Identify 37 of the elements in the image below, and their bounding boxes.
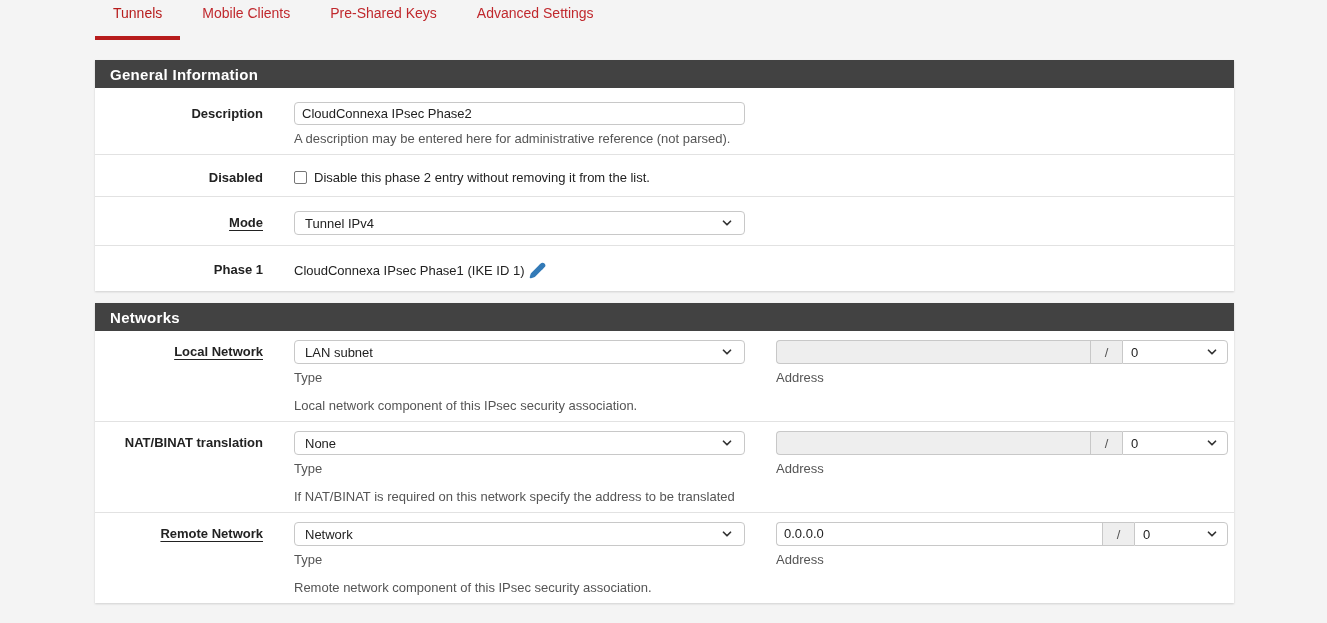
field-caption: Type	[294, 552, 324, 567]
field-label: Disabled	[208, 169, 263, 185]
slash-separator: /	[1104, 344, 1109, 360]
field-caption: Type	[294, 461, 324, 476]
slash-separator: /	[1116, 526, 1121, 542]
mode-select[interactable]: Tunnel IPv4	[294, 211, 745, 235]
field-label: NAT/BINAT translation	[124, 434, 263, 450]
checkbox[interactable]	[294, 171, 307, 184]
type-select[interactable]: Network	[294, 522, 745, 546]
slash-separator: /	[1104, 435, 1109, 451]
checkbox-label: Disable this phase 2 entry without removing it from the list.	[314, 170, 650, 185]
tab[interactable]: Tunnels	[95, 0, 181, 40]
field-caption: Address	[776, 552, 825, 567]
tab[interactable]: Mobile Clients	[184, 0, 309, 40]
field-caption: Type	[294, 370, 324, 385]
field-label: Phase 1	[213, 261, 263, 277]
address-field[interactable]: 0.0.0.0	[776, 522, 1102, 546]
field-caption: Address	[776, 370, 825, 385]
field-label: Description	[191, 105, 263, 121]
field-label[interactable]: Mode	[229, 211, 263, 230]
section-header: Networks	[95, 303, 1234, 331]
type-select[interactable]: None	[294, 431, 745, 455]
pencil-icon[interactable]	[528, 262, 546, 279]
field-caption: Address	[776, 461, 825, 476]
tab[interactable]: Pre-Shared Keys	[312, 0, 455, 40]
phase-name: CloudConnexa IPsec Phase1 (IKE ID 1)	[294, 263, 525, 278]
tab[interactable]: Advanced Settings	[458, 0, 612, 40]
description-field[interactable]: CloudConnexa IPsec Phase2	[294, 102, 745, 125]
help-text: Remote network component of this IPsec security association.	[294, 580, 653, 595]
help-text: If NAT/BINAT is required on this network specify the address to be translated	[294, 489, 736, 504]
section-header: General Information	[95, 60, 1234, 88]
help-text: A description may be entered here for administrative reference (not parsed).	[294, 131, 732, 146]
mask-select[interactable]: 0	[1134, 522, 1228, 546]
help-text: Local network component of this IPsec security association.	[294, 398, 639, 413]
type-select[interactable]: LAN subnet	[294, 340, 745, 364]
field-label[interactable]: Remote Network	[160, 522, 263, 541]
field-label[interactable]: Local Network	[174, 340, 263, 359]
